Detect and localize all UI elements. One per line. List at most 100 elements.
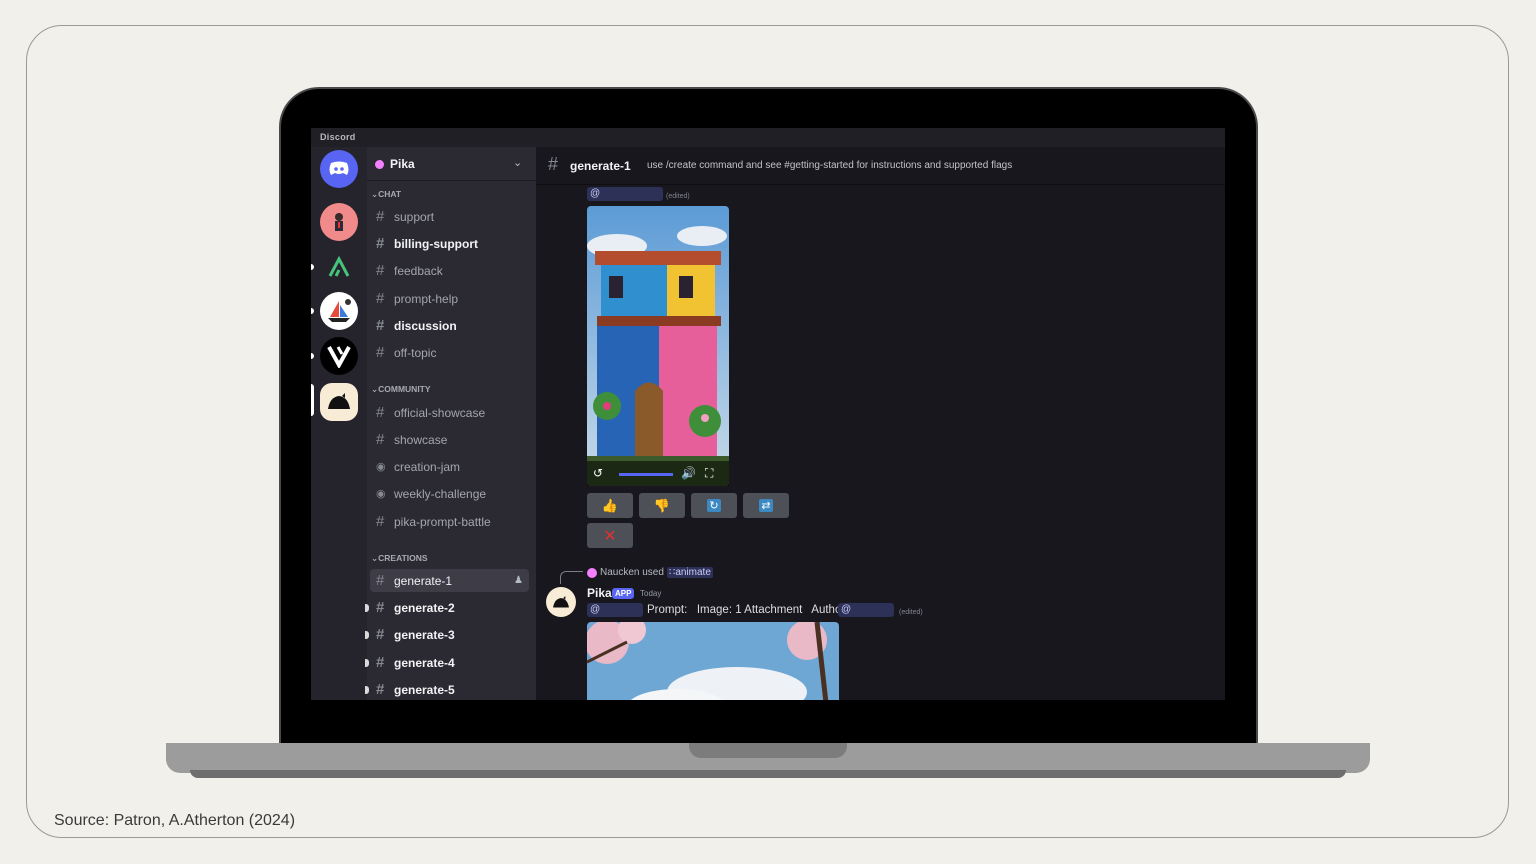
channel-generate-4[interactable]: # generate-4 bbox=[365, 651, 529, 674]
channel-label: creation-jam bbox=[394, 459, 461, 474]
channel-label: generate-4 bbox=[394, 655, 455, 670]
channel-label: pika-prompt-battle bbox=[394, 514, 491, 529]
hash-icon: # bbox=[376, 235, 385, 252]
channel-label: generate-5 bbox=[394, 682, 455, 697]
channel-label: feedback bbox=[394, 263, 443, 278]
thumbs-up-icon: 👍 bbox=[601, 497, 619, 513]
timestamp: Today bbox=[640, 589, 662, 598]
user-mention[interactable]: @ bbox=[587, 187, 663, 201]
channel-prompt-help[interactable]: # prompt-help bbox=[370, 287, 529, 310]
channel-showcase[interactable]: # showcase bbox=[370, 428, 529, 451]
reload-icon: ↻ bbox=[707, 499, 721, 512]
laptop-notch bbox=[689, 743, 847, 758]
prompt-label: Prompt: bbox=[647, 604, 688, 616]
category-label: COMMUNITY bbox=[378, 384, 431, 394]
author-mention[interactable]: @ bbox=[838, 603, 894, 617]
category-creations[interactable]: ⌄CREATIONS bbox=[371, 553, 428, 564]
hash-icon: # bbox=[376, 572, 385, 589]
server-name: Pika bbox=[390, 157, 415, 171]
channel-pika-prompt-battle[interactable]: # pika-prompt-battle bbox=[370, 510, 529, 533]
channel-support[interactable]: # support bbox=[370, 205, 529, 228]
category-label: CHAT bbox=[378, 189, 402, 199]
app-badge: APP bbox=[612, 588, 635, 599]
prompt-line: Prompt: Image: 1 Attachment Author: bbox=[647, 604, 848, 616]
fullscreen-icon[interactable]: ⛶ bbox=[705, 466, 713, 481]
unread-indicator bbox=[365, 686, 369, 694]
user-mention[interactable]: @ bbox=[587, 603, 643, 617]
server-lambda-icon[interactable] bbox=[320, 248, 358, 286]
video-progress-bar[interactable] bbox=[619, 473, 673, 476]
server-pika-icon[interactable] bbox=[320, 383, 358, 421]
reply-user: Naucken used bbox=[600, 567, 664, 578]
hash-icon: # bbox=[376, 599, 385, 616]
server-sailboat-icon[interactable] bbox=[320, 292, 358, 330]
shuffle-button[interactable]: ⇄ bbox=[743, 493, 789, 518]
delete-button[interactable]: ✕ bbox=[587, 523, 633, 548]
video-controls: ↺ 🔊 ⛶ bbox=[587, 461, 729, 486]
replay-icon[interactable]: ↺ bbox=[593, 466, 603, 480]
app-title: Discord bbox=[320, 132, 356, 142]
channel-label: discussion bbox=[394, 318, 457, 333]
create-invite-icon[interactable]: ♟ bbox=[514, 575, 523, 586]
reply-reference[interactable]: Naucken used ∷animate bbox=[587, 567, 713, 578]
chevron-down-icon[interactable]: ⌄ bbox=[513, 156, 522, 169]
server-header[interactable]: Pika ⌄ bbox=[367, 147, 536, 181]
edited-label: (edited) bbox=[899, 609, 923, 616]
channel-generate-3[interactable]: # generate-3 bbox=[365, 623, 529, 646]
channel-off-topic[interactable]: # off-topic bbox=[370, 341, 529, 364]
laptop-base-shadow bbox=[190, 770, 1346, 778]
close-icon: ✕ bbox=[603, 527, 617, 545]
category-chat[interactable]: ⌄CHAT bbox=[371, 189, 401, 200]
hash-icon: # bbox=[376, 404, 385, 421]
channel-generate-1[interactable]: # generate-1 ♟ bbox=[370, 569, 529, 592]
channel-label: prompt-help bbox=[394, 291, 459, 306]
volume-icon[interactable]: 🔊 bbox=[681, 466, 696, 480]
generated-image-preview[interactable] bbox=[587, 622, 839, 700]
bot-username[interactable]: Pika bbox=[587, 586, 612, 600]
reload-button[interactable]: ↻ bbox=[691, 493, 737, 518]
thumbs-down-button[interactable]: 👎 bbox=[639, 493, 685, 518]
selected-indicator bbox=[311, 384, 314, 416]
channel-label: off-topic bbox=[394, 345, 437, 360]
channel-feedback[interactable]: # feedback bbox=[370, 259, 529, 282]
channel-weekly-challenge[interactable]: ◉ weekly-challenge bbox=[370, 482, 529, 505]
channel-discussion[interactable]: # discussion bbox=[370, 314, 529, 337]
channel-label: official-showcase bbox=[394, 405, 486, 420]
hash-icon: # bbox=[376, 654, 385, 671]
discord-home-icon[interactable] bbox=[320, 150, 358, 188]
discord-window: Discord Pika ⌄ ⌄CHAT # support # billing… bbox=[311, 128, 1225, 700]
server-emoji-icon bbox=[375, 160, 384, 169]
channel-topic[interactable]: use /create command and see #getting-sta… bbox=[647, 160, 1012, 171]
channel-header: # generate-1 use /create command and see… bbox=[536, 147, 1225, 185]
server-avatar-person-icon[interactable] bbox=[320, 203, 358, 241]
hash-icon: # bbox=[376, 431, 385, 448]
command-label: animate bbox=[675, 567, 711, 578]
unread-indicator bbox=[365, 604, 369, 612]
thumbs-up-button[interactable]: 👍 bbox=[587, 493, 633, 518]
shuffle-icon: ⇄ bbox=[759, 499, 773, 512]
titlebar: Discord bbox=[311, 128, 1225, 147]
channel-generate-2[interactable]: # generate-2 bbox=[365, 596, 529, 619]
hash-icon: # bbox=[376, 626, 385, 643]
channel-label: weekly-challenge bbox=[394, 486, 487, 501]
bot-avatar[interactable] bbox=[546, 587, 576, 617]
channel-billing-support[interactable]: # billing-support bbox=[370, 232, 529, 255]
unread-indicator bbox=[365, 631, 369, 639]
hash-icon: # bbox=[376, 513, 385, 530]
channel-creation-jam[interactable]: ◉ creation-jam bbox=[370, 455, 529, 478]
reply-connector bbox=[560, 571, 583, 584]
forum-icon: ◉ bbox=[376, 461, 386, 473]
channel-generate-5[interactable]: # generate-5 bbox=[365, 678, 529, 700]
channel-label: generate-3 bbox=[394, 627, 455, 642]
chat-pane: # generate-1 use /create command and see… bbox=[536, 147, 1225, 700]
command-mention[interactable]: ∷animate bbox=[666, 567, 713, 578]
channel-official-showcase[interactable]: # official-showcase bbox=[370, 401, 529, 424]
server-v-logo-icon[interactable] bbox=[320, 337, 358, 375]
thumbs-down-icon: 👎 bbox=[653, 497, 671, 513]
generated-video[interactable] bbox=[587, 206, 729, 486]
hash-icon: # bbox=[548, 154, 559, 174]
unread-indicator bbox=[311, 353, 314, 359]
category-community[interactable]: ⌄COMMUNITY bbox=[371, 384, 431, 395]
hash-icon: # bbox=[376, 208, 385, 225]
source-caption: Source: Patron, A.Atherton (2024) bbox=[54, 812, 296, 829]
